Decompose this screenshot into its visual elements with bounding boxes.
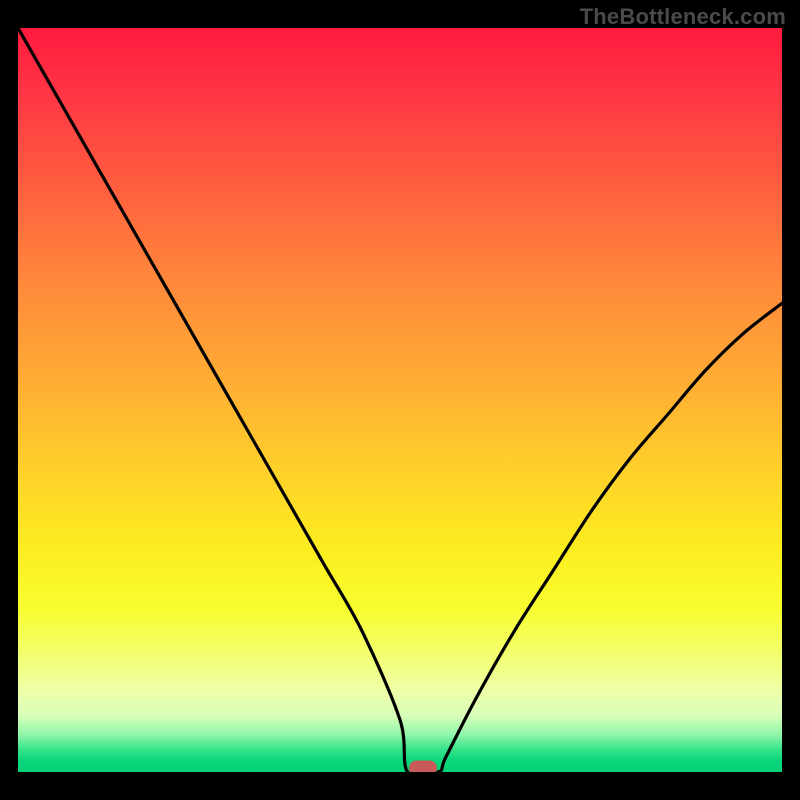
bottleneck-curve <box>18 28 782 772</box>
minimum-marker <box>409 760 437 772</box>
watermark-text: TheBottleneck.com <box>580 4 786 30</box>
curve-svg <box>18 28 782 772</box>
chart-frame: TheBottleneck.com <box>0 0 800 800</box>
plot-area <box>18 28 782 772</box>
